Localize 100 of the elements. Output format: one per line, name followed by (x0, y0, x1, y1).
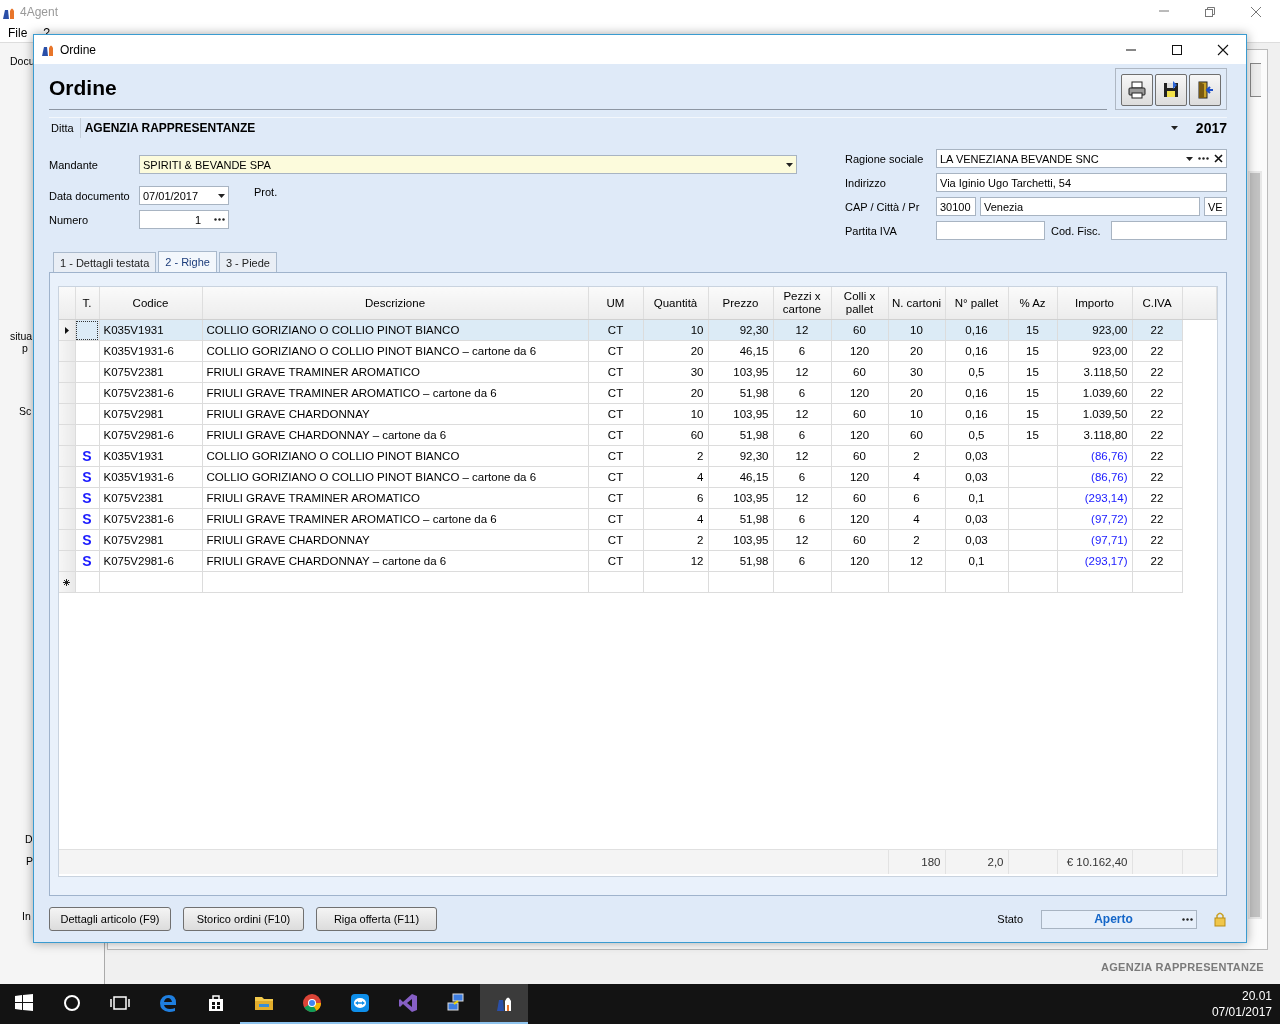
table-cell: 0,03 (945, 529, 1008, 551)
table-cell: FRIULI GRAVE CHARDONNAY – cartone da 6 (202, 424, 588, 446)
table-row[interactable]: K075V2981-6 FRIULI GRAVE CHARDONNAY – cartone da 6 CT 60 51,98 6 120 60 0,5 15 3.118,80 22 (59, 424, 1217, 446)
column-header[interactable]: Quantità (643, 287, 708, 320)
field-label: Ragione sociale (845, 152, 925, 165)
table-cell: K075V2981-6 (99, 550, 202, 572)
table-cell: 6 (773, 466, 831, 488)
table-cell: FRIULI GRAVE CHARDONNAY – cartone da 6 (202, 550, 588, 572)
action-button[interactable]: Storico ordini (F10) (183, 907, 304, 931)
column-header[interactable]: Prezzo (708, 287, 773, 320)
current-row-icon (64, 327, 69, 334)
table-row[interactable]: K035V1931 COLLIO GORIZIANO O COLLIO PINOT BIANCO CT 10 92,30 12 60 10 0,16 15 923,00 22 (59, 319, 1217, 341)
table-cell: 60 (831, 403, 888, 425)
clock-date[interactable]: 07/01/2017 (1211, 1004, 1272, 1020)
field-label: Mandante (49, 158, 99, 171)
field-label: Numero (49, 213, 90, 226)
table-cell: 0,03 (945, 466, 1008, 488)
store-icon (206, 993, 226, 1013)
table-cell: 22 (1132, 466, 1182, 488)
tab[interactable]: 2 - Righe (158, 251, 217, 272)
table-cell: 0,16 (945, 340, 1008, 362)
table-cell: 15 (1008, 361, 1057, 383)
table-cell: 0,5 (945, 361, 1008, 383)
row-header[interactable] (59, 571, 75, 593)
column-header[interactable]: N. cartoni (888, 287, 945, 320)
scrollbar[interactable] (1248, 171, 1262, 919)
table-row[interactable]: S K075V2381-6 FRIULI GRAVE TRAMINER AROMATICO – cartone da 6 CT 4 51,98 6 120 4 0,03 (97,72) 22 (59, 508, 1217, 530)
table-cell: (97,72) (1057, 508, 1132, 530)
action-button[interactable]: Dettagli articolo (F9) (49, 907, 171, 931)
table-cell: CT (588, 382, 643, 404)
column-header[interactable]: N° pallet (945, 287, 1008, 320)
maximize-icon[interactable] (1171, 43, 1183, 56)
table-row[interactable]: S K075V2981-6 FRIULI GRAVE CHARDONNAY – cartone da 6 CT 12 51,98 6 120 12 0,1 (293,17) 22 (59, 550, 1217, 572)
table-cell: 1.039,50 (1057, 403, 1132, 425)
header-filler (1182, 287, 1217, 320)
company-dropdown[interactable]: AGENZIA RAPPRESENTANZE (80, 118, 1182, 138)
column-header[interactable]: UM (588, 287, 643, 320)
input-field[interactable] (1110, 221, 1227, 240)
input-field[interactable]: Via Iginio Ugo Tarchetti, 54 (936, 173, 1227, 192)
action-button[interactable]: Riga offerta (F11) (316, 907, 437, 931)
table-row[interactable]: S K075V2981 FRIULI GRAVE CHARDONNAY CT 2 103,95 12 60 2 0,03 (97,71) 22 (59, 529, 1217, 551)
table-row[interactable]: K075V2981 FRIULI GRAVE CHARDONNAY CT 10 103,95 12 60 10 0,16 15 1.039,50 22 (59, 403, 1217, 425)
column-header[interactable]: % Az (1008, 287, 1057, 320)
table-row[interactable]: K075V2381-6 FRIULI GRAVE TRAMINER AROMATICO – cartone da 6 CT 20 51,98 6 120 20 0,16 15 1.039,60 22 (59, 382, 1217, 404)
table-cell: 15 (1008, 424, 1057, 446)
side-label: p (22, 342, 28, 354)
dropdown-field[interactable]: LA VENEZIANA BEVANDE SNC (936, 149, 1227, 168)
column-header[interactable]: C.IVA (1132, 287, 1182, 320)
table-cell: 20 (643, 382, 708, 404)
input-field[interactable]: VE (1204, 197, 1227, 216)
table-cell: 0,1 (945, 550, 1008, 572)
table-cell: FRIULI GRAVE CHARDONNAY (202, 529, 588, 551)
column-header[interactable]: Pezzi x cartone (773, 287, 831, 320)
table-cell: 120 (831, 508, 888, 530)
lookup-field[interactable]: 1 (139, 210, 229, 229)
table-cell: 60 (643, 424, 708, 446)
column-header[interactable]: Descrizione (202, 287, 588, 320)
save-button[interactable] (1155, 74, 1187, 106)
table-cell: 120 (831, 466, 888, 488)
exit-button[interactable] (1189, 74, 1221, 106)
panel-button[interactable] (1249, 63, 1261, 97)
menu-item[interactable]: File (0, 26, 36, 40)
input-field[interactable]: 30100 (936, 197, 976, 216)
table-row[interactable]: S K035V1931-6 COLLIO GORIZIANO O COLLIO PINOT BIANCO – cartone da 6 CT 4 46,15 6 120 4 0,03 (86,76) 22 (59, 466, 1217, 488)
table-row[interactable]: S K035V1931 COLLIO GORIZIANO O COLLIO PINOT BIANCO CT 2 92,30 12 60 2 0,03 (86,76) 22 (59, 445, 1217, 467)
table-cell: 46,15 (708, 466, 773, 488)
app-title: 4Agent (20, 5, 59, 19)
column-header[interactable]: Codice (99, 287, 202, 320)
dropdown-field[interactable]: SPIRITI & BEVANDE SPA (139, 155, 797, 174)
table-cell: 2 (643, 445, 708, 467)
taskbar-button[interactable] (480, 984, 528, 1024)
printer-icon (1127, 80, 1147, 100)
row-header[interactable] (59, 319, 75, 341)
table-row[interactable]: K035V1931-6 COLLIO GORIZIANO O COLLIO PINOT BIANCO – cartone da 6 CT 20 46,15 6 120 20 0,16 15 923,00 22 (59, 340, 1217, 362)
close-icon[interactable] (1217, 43, 1229, 56)
table-cell: 51,98 (708, 424, 773, 446)
table-cell: S (75, 529, 99, 551)
column-header[interactable]: Importo (1057, 287, 1132, 320)
panel-button[interactable]: D (25, 830, 33, 848)
tab[interactable]: 3 - Piede (218, 252, 277, 272)
column-header[interactable]: Colli x pallet (831, 287, 888, 320)
column-header[interactable]: T. (75, 287, 99, 320)
table-cell: 0,03 (945, 445, 1008, 467)
new-row-icon (63, 579, 71, 586)
table-row[interactable]: S K075V2381 FRIULI GRAVE TRAMINER AROMATICO CT 6 103,95 12 60 6 0,1 (293,14) 22 (59, 487, 1217, 509)
tab[interactable]: 1 - Dettagli testata (53, 252, 157, 272)
table-cell: 22 (1132, 424, 1182, 446)
input-field[interactable] (936, 221, 1045, 240)
table-cell: CT (588, 529, 643, 551)
table-cell: 0,16 (945, 382, 1008, 404)
date-field[interactable]: 07/01/2017 (139, 186, 229, 205)
browser-icon (302, 993, 322, 1013)
input-field[interactable]: Venezia (980, 197, 1200, 216)
clock-time[interactable]: 20.01 (1241, 988, 1272, 1004)
table-cell: COLLIO GORIZIANO O COLLIO PINOT BIANCO – cartone da 6 (202, 340, 588, 362)
restore-icon[interactable] (1204, 6, 1216, 18)
table-row[interactable]: K075V2381 FRIULI GRAVE TRAMINER AROMATICO CT 30 103,95 12 60 30 0,5 15 3.118,50 22 (59, 361, 1217, 383)
table-cell: CT (588, 361, 643, 383)
print-button[interactable] (1121, 74, 1153, 106)
status-field[interactable]: Aperto (1041, 909, 1197, 929)
